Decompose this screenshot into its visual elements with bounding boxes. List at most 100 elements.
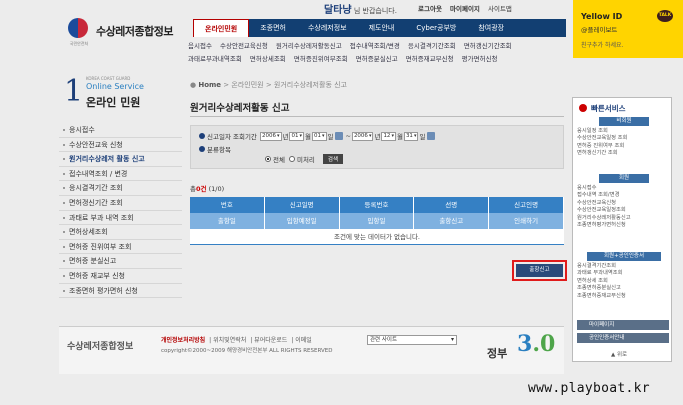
yellow-id-note: 친구추가 하세요. [581,42,624,49]
breadcrumb-home[interactable]: Home [198,81,221,89]
gnb-tab-participation[interactable]: 참여광장 [467,19,515,37]
quick-list-member: 응시접수 접수내역 조회/변경 수상안전교육신청 수상안전교육일정조회 원거리수… [577,185,671,229]
period-row: 신고일자 조회기간 2006 년 01 월 01 일 ~ 2006 년 12 월… [199,131,437,141]
calendar-icon[interactable] [427,132,436,140]
sidebar-item-renewal-period[interactable]: 면허갱신기간 조회 [59,196,182,211]
subnav-item[interactable]: 면허증재교부신청 [406,55,454,63]
sidebar-item-safety-edu[interactable]: 수상안전교육 신청 [59,138,182,153]
subnav-item[interactable]: 음시접수 [188,42,212,50]
subnav-item[interactable]: 평가면허신청 [462,55,498,63]
quick-link[interactable]: 면허갱신기간 조회 [577,150,671,157]
sub-nav: 음시접수 수상안전교육신청 원거리수상레저활동신고 접수내역조회/변경 응시결격… [188,40,568,66]
gnb-tab-leisure-info[interactable]: 수상레저정보 [297,19,358,37]
search-button[interactable]: 검색 [322,154,344,164]
home-icon: ● [190,81,197,89]
breadcrumb-item[interactable]: 온라인민원 [231,81,263,89]
subnav-item[interactable]: 면허증진위여부조회 [294,55,348,63]
quick-link[interactable]: 조종면허증분실신고 [577,285,671,292]
sidebar-item-exam-apply[interactable]: 응시접수 [59,123,182,138]
breadcrumb: ● Home > 온라인민원 > 원거리수상레저활동 신고 [190,81,347,89]
footer: 수상레저종합정보 개인정보처리방침 | 위치및연락처 | 뷰어다운로드 | 이메일 c… [59,326,564,374]
quick-link[interactable]: 조종면허평가면허신청 [577,222,671,229]
sidebar-item-fine-lookup[interactable]: 과태료 부과 내역 조회 [59,211,182,226]
calendar-icon[interactable] [335,132,344,140]
sidebar-item-lost-report[interactable]: 면허증 분실신고 [59,254,182,269]
to-year-select[interactable]: 2006 [351,131,374,141]
empty-message: 조건에 맞는 데이터가 없습니다. [333,233,420,241]
quick-section-member: 회원 [599,174,649,183]
table-subheader: 입항일 [340,213,415,229]
location-link[interactable]: 위치및연락처 [213,337,246,344]
yellow-id-title: Yellow ID [581,12,623,21]
site-title: 수상레저종합정보 [96,25,173,38]
gnb-tab-online-service[interactable]: 온라인민원 [193,19,250,37]
site-logo[interactable]: 국민안전처 수상레저종합정보 [62,14,202,50]
mypage-link[interactable]: 마이페이지 [450,5,480,13]
gnb-tab-cyber-study[interactable]: Cyber공부방 [405,19,467,37]
departure-report-button[interactable]: 출항신고 [516,264,563,277]
quick-service-title: 빠른서비스 [591,104,626,113]
copyright: copyright©2000~2009 해양경비안전본부 ALL RIGHTS … [161,348,333,354]
gnb-tab-system[interactable]: 제도안내 [358,19,406,37]
to-day-select[interactable]: 31 [403,131,419,141]
privacy-policy-link[interactable]: 개인정보처리방침 [161,337,205,344]
year-unit: 년 [374,133,381,141]
period-label: 신고일자 조회기간 [207,133,257,141]
emblem-caption: 국민안전처 [69,41,89,46]
quick-link[interactable]: 조종면허증재교부신청 [577,293,671,300]
radio-pending[interactable] [288,156,295,162]
from-day-select[interactable]: 01 [311,131,327,141]
category-row: 분류항목 [199,144,231,154]
sidebar-item-eval-license[interactable]: 조종면허 평가면허 신청 [59,284,182,299]
quick-service-panel: 빠른서비스 비회원 응시일정 조회 수상안전교육일정 조회 면허증 진위여부 조… [572,97,672,362]
kakaotalk-icon: TALK [657,10,673,22]
table-subheader: 출항일 [190,213,265,229]
search-panel: 신고일자 조회기간 2006 년 01 월 01 일 ~ 2006 년 12 월… [190,125,564,169]
sitemap-link[interactable]: 사이트맵 [488,5,512,13]
subnav-item[interactable]: 접수내역조회/변경 [350,42,400,50]
footer-links: 개인정보처리방침 | 위치및연락처 | 뷰어다운로드 | 이메일 [161,337,312,344]
subnav-item[interactable]: 수상안전교육신청 [220,42,268,50]
quick-link[interactable]: 접수내역 조회/변경 [577,192,671,199]
quick-link[interactable]: 과태료 부과내역조회 [577,270,671,277]
from-month-select[interactable]: 01 [289,131,304,141]
gnb-tab-license[interactable]: 조종면허 [249,19,297,37]
sidebar-item-receipt-lookup[interactable]: 접수내역조회 / 변경 [59,167,182,182]
sidebar-item-license-verify[interactable]: 면허증 진위여부 조회 [59,240,182,255]
email-link[interactable]: 이메일 [295,337,312,344]
scroll-top-link[interactable]: ▲ 위로 [611,350,627,358]
subnav-item[interactable]: 과태료부과내역조회 [188,55,242,63]
yellow-id-panel[interactable]: Yellow ID @플레이보트 친구추가 하세요. TALK [573,0,683,58]
quick-mypage[interactable]: 마이페이지 [577,320,669,330]
subnav-item[interactable]: 응시결격기간조회 [408,42,456,50]
sidebar-item-reissue[interactable]: 면허증 재교부 신청 [59,269,182,284]
sidebar-item-disqualify-period[interactable]: 응시결격기간 조회 [59,181,182,196]
quick-cert-guide[interactable]: 공인인증서안내 [577,333,669,343]
related-sites-select[interactable]: 관련 사이트 [367,335,457,345]
day-unit: 일 [419,133,426,141]
gov3-logo: 정부 3.0 [487,331,557,367]
sidebar-item-license-detail[interactable]: 면허상세조회 [59,225,182,240]
sidebar-menu: 응시접수 수상안전교육 신청 원거리수상레저 활동 신고 접수내역조회 / 변경… [59,123,182,299]
footer-logo: 수상레저종합정보 [67,342,134,352]
radio-all[interactable] [265,156,271,162]
subnav-item[interactable]: 면허상세조회 [250,55,286,63]
sidebar-item-longdistance-report[interactable]: 원거리수상레저 활동 신고 [59,152,182,167]
subnav-item[interactable]: 원거리수상레저활동신고 [276,42,342,50]
table-row: 조건에 맞는 데이터가 없습니다. [190,229,564,245]
from-year-select[interactable]: 2006 [259,131,282,141]
quick-link[interactable]: 수상안전교육일정조회 [577,207,671,214]
bullet-icon [199,133,205,139]
to-month-select[interactable]: 12 [381,131,396,141]
quick-link[interactable]: 수상안전교육일정 조회 [577,135,671,142]
sidebar-eng-title: Online Service [86,82,144,91]
viewer-download-link[interactable]: 뷰어다운로드 [254,337,287,344]
breadcrumb-current: 원거리수상레저활동 신고 [273,81,347,89]
month-unit: 월 [305,133,311,141]
quick-link[interactable]: 원거리수상레저활동신고 [577,215,671,222]
table-subheader: 출항신고 [414,213,490,229]
subnav-item[interactable]: 면허증분실신고 [356,55,398,63]
logout-link[interactable]: 로그아웃 [418,5,442,13]
subnav-item[interactable]: 면허갱신기간조회 [464,42,512,50]
page-title: 원거리수상레저활동 신고 [190,103,290,114]
